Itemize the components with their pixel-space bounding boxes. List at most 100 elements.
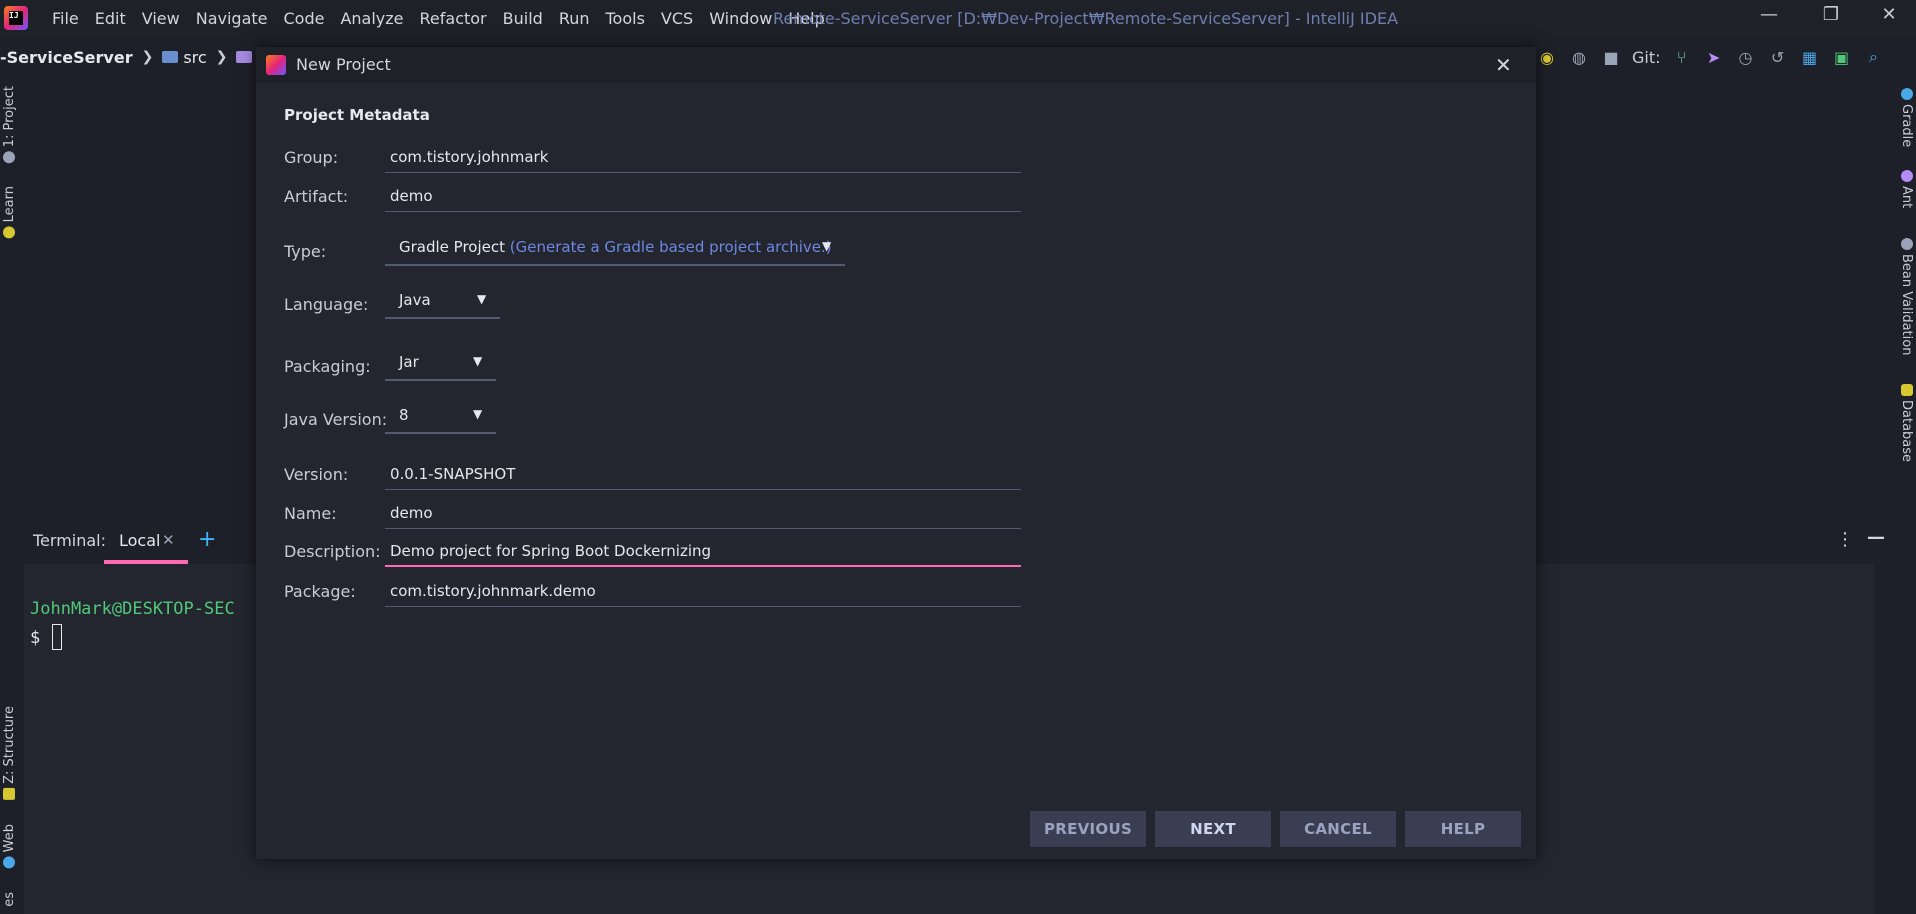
terminal-tab-label: Local (119, 531, 161, 550)
terminal-prompt-symbol: $ (30, 628, 41, 648)
web-icon (3, 856, 16, 869)
menu-bar: File Edit View Navigate Code Analyze Ref… (44, 0, 833, 38)
tool-tab-bean-validation-label: Bean Validation (1899, 254, 1914, 356)
description-label: Description: (284, 542, 381, 561)
previous-button[interactable]: PREVIOUS (1030, 811, 1146, 847)
version-field[interactable] (385, 460, 1031, 490)
git-branch-icon[interactable]: ⑂ (1671, 46, 1693, 68)
java-version-label: Java Version: (284, 410, 388, 429)
stop-icon[interactable]: ■ (1600, 46, 1622, 68)
packaging-select[interactable]: Jar ▼ (385, 347, 496, 381)
menu-analyze[interactable]: Analyze (332, 0, 411, 38)
tool-tab-bean-validation[interactable]: Bean Validation (1899, 238, 1914, 355)
menu-run[interactable]: Run (551, 0, 598, 38)
tool-tab-project-label: 1: Project (2, 86, 17, 148)
menu-build[interactable]: Build (495, 0, 551, 38)
tool-tab-database-label: Database (1899, 400, 1914, 463)
next-button[interactable]: NEXT (1155, 811, 1271, 847)
dialog-close-button[interactable]: ✕ (1495, 47, 1512, 83)
menu-navigate[interactable]: Navigate (188, 0, 276, 38)
type-select[interactable]: Gradle Project (Generate a Gradle based … (385, 232, 845, 266)
tool-tab-learn-label: Learn (2, 186, 17, 223)
git-label: Git: (1632, 47, 1661, 67)
package-field[interactable] (385, 577, 1031, 607)
coverage-icon[interactable]: ◍ (1568, 46, 1590, 68)
description-field[interactable] (385, 537, 1031, 567)
name-input[interactable] (385, 499, 1031, 527)
artifact-label: Artifact: (284, 187, 349, 206)
restore-button[interactable]: ❐ (1808, 0, 1854, 30)
structure-icon (3, 787, 16, 800)
search-icon[interactable]: ⌕ (1863, 46, 1885, 68)
close-window-button[interactable]: ✕ (1866, 0, 1912, 30)
tool-tab-learn[interactable]: Learn (2, 186, 17, 239)
terminal-prompt-user: JohnMark@DESKTOP-SEC (30, 599, 235, 619)
menu-view[interactable]: View (134, 0, 188, 38)
new-project-dialog: New Project ✕ Project Metadata Group: Ar… (256, 47, 1536, 859)
cancel-button[interactable]: CANCEL (1280, 811, 1396, 847)
menu-edit[interactable]: Edit (87, 0, 134, 38)
terminal-cursor (52, 624, 62, 650)
packaging-value: Jar (399, 353, 419, 371)
dialog-title: New Project (296, 55, 391, 74)
menu-file[interactable]: File (44, 0, 87, 38)
version-input[interactable] (385, 460, 1031, 488)
group-input[interactable] (385, 143, 1031, 171)
hide-panel-icon[interactable]: — (1867, 527, 1885, 548)
artifact-input[interactable] (385, 182, 1031, 210)
menu-window[interactable]: Window (701, 0, 780, 38)
packaging-label: Packaging: (284, 357, 371, 376)
tool-tab-structure[interactable]: Z: Structure (2, 706, 17, 800)
project-icon (3, 151, 16, 164)
name-field[interactable] (385, 499, 1031, 529)
close-icon[interactable]: ✕ (162, 531, 175, 549)
menu-vcs[interactable]: VCS (653, 0, 701, 38)
project-structure-icon[interactable]: ▦ (1799, 46, 1821, 68)
tool-tab-web[interactable]: Web (2, 824, 17, 869)
description-input[interactable] (385, 537, 1031, 565)
tool-tab-gradle-label: Gradle (1899, 104, 1914, 148)
tool-tab-structure-label: Z: Structure (2, 706, 17, 784)
tool-tab-ant-label: Ant (1899, 186, 1914, 209)
tool-tab-project[interactable]: 1: Project (2, 86, 17, 164)
rollback-icon[interactable]: ↺ (1767, 46, 1789, 68)
add-tab-icon[interactable]: + (198, 527, 216, 552)
dropdown-arrow-icon: ▼ (473, 354, 483, 368)
folder-icon (236, 51, 253, 63)
menu-refactor[interactable]: Refactor (412, 0, 495, 38)
menu-code[interactable]: Code (276, 0, 333, 38)
dropdown-arrow-icon: ▼ (477, 292, 487, 306)
group-field[interactable] (385, 143, 1031, 173)
menu-tools[interactable]: Tools (598, 0, 653, 38)
package-input[interactable] (385, 577, 1031, 605)
breadcrumb-project[interactable]: -ServiceServer (0, 48, 133, 67)
more-options-icon[interactable]: ⋮ (1836, 529, 1854, 550)
database-icon (1900, 384, 1913, 396)
type-select-value: Gradle Project (Generate a Gradle based … (399, 238, 832, 256)
terminal-icon[interactable]: ▣ (1831, 46, 1853, 68)
language-select[interactable]: Java ▼ (385, 285, 500, 319)
minimize-button[interactable]: — (1746, 0, 1792, 30)
package-label: Package: (284, 582, 356, 601)
git-push-icon[interactable]: ➤ (1703, 46, 1725, 68)
tool-tab-favorites-label: es (2, 892, 17, 907)
history-icon[interactable]: ◷ (1735, 46, 1757, 68)
source-folder-icon (162, 51, 179, 63)
tool-tab-gradle[interactable]: Gradle (1899, 88, 1914, 147)
chevron-right-icon: ❯ (215, 49, 228, 65)
debug-icon[interactable]: ◉ (1536, 46, 1558, 68)
help-button[interactable]: HELP (1405, 811, 1521, 847)
tool-tab-favorites[interactable]: es (2, 892, 17, 907)
breadcrumb-src[interactable]: src (162, 48, 207, 67)
language-label: Language: (284, 295, 369, 314)
group-label: Group: (284, 148, 339, 167)
window-title: Remote-ServiceServer [D:₩Dev-Project₩Rem… (773, 9, 1399, 28)
breadcrumb-project-label: -ServiceServer (0, 47, 133, 67)
dialog-title-bar (256, 47, 1536, 83)
artifact-field[interactable] (385, 182, 1031, 212)
language-value: Java (399, 291, 431, 309)
java-version-select[interactable]: 8 ▼ (385, 400, 496, 434)
dropdown-arrow-icon: ▼ (473, 407, 483, 421)
tool-tab-database[interactable]: Database (1899, 384, 1914, 462)
tool-tab-ant[interactable]: Ant (1899, 170, 1914, 208)
